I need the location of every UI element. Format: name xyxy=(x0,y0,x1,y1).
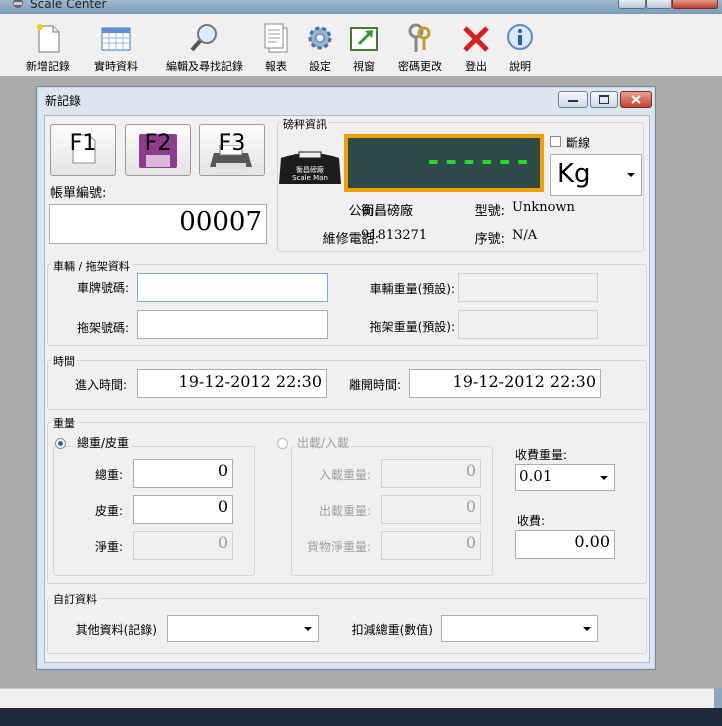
load-in-label: 入載重量: xyxy=(318,468,371,482)
f1-button[interactable]: F1 xyxy=(50,124,116,176)
chevron-down-icon xyxy=(304,627,312,631)
load-out-label: 出載重量: xyxy=(318,504,371,518)
dialog-maximize-button[interactable] xyxy=(590,91,618,108)
ticket-number-label: 帳單編號: xyxy=(50,186,107,201)
service-phone-value: 91813271 xyxy=(361,228,428,243)
gross-label: 總重: xyxy=(94,468,123,482)
weight-section-label: 重量 xyxy=(51,415,77,431)
status-bar xyxy=(0,688,714,709)
vehicle-section-label: 車輛 / 拖架資料 xyxy=(51,258,132,274)
chevron-down-icon xyxy=(627,173,635,177)
charge-weight-select[interactable]: 0.01 xyxy=(515,464,615,491)
charge-input[interactable]: 0.00 xyxy=(515,530,615,559)
magnifier-icon xyxy=(189,22,219,54)
gross-input[interactable]: 0 xyxy=(133,459,233,488)
plate-label: 車牌號碼: xyxy=(76,281,129,295)
table-grid-icon xyxy=(101,22,131,54)
minimize-icon xyxy=(568,100,578,102)
chevron-down-icon xyxy=(600,476,608,480)
gross-tare-label: 總重/皮重 xyxy=(75,434,132,451)
window-arrow-icon xyxy=(349,22,379,54)
custom-data-label: 自訂資料 xyxy=(51,591,99,607)
info-icon xyxy=(505,22,535,54)
weight-display-value: ------ xyxy=(424,144,532,177)
app-title-bar: Scale Center xyxy=(0,0,722,14)
trailer-weight-label: 拖架重量(預設): xyxy=(369,320,455,334)
toolbar-edit-find[interactable]: 編輯及尋找記錄 xyxy=(166,18,243,74)
charge-label: 收費: xyxy=(517,514,546,528)
deduct-weight-label: 扣減總重(數值) xyxy=(351,623,433,637)
taskbar xyxy=(0,708,722,726)
load-out-field: 0 xyxy=(381,495,481,524)
in-out-label: 出載/入載 xyxy=(295,434,352,451)
toolbar-new-record[interactable]: 新增記錄 xyxy=(20,18,76,74)
in-time-input[interactable]: 19-12-2012 22:30 xyxy=(137,369,327,398)
out-time-label: 離開時間: xyxy=(348,378,401,392)
vehicle-weight-label: 車輛重量(預設): xyxy=(369,282,455,296)
dialog-body: F1 F2 F3 帳單編號: 00007 磅秤資訊 衡昌磅廠 Scale Man… xyxy=(44,115,650,663)
trailer-label: 拖架號碼: xyxy=(76,321,129,335)
report-icon xyxy=(261,22,291,54)
serial-value: N/A xyxy=(512,228,538,243)
new-record-dialog: 新記錄 F1 F2 F3 帳單編號: 00007 磅秤資訊 衡昌磅廠 Scale… xyxy=(36,86,656,670)
cargo-net-label: 貨物淨重量: xyxy=(306,540,371,554)
in-out-radio[interactable] xyxy=(277,438,288,449)
chevron-down-icon xyxy=(583,627,591,631)
vehicle-weight-field xyxy=(458,273,598,302)
weight-display: ------ xyxy=(344,134,544,192)
net-field: 0 xyxy=(133,531,233,560)
scale-info-label: 磅秤資訊 xyxy=(281,116,329,132)
gear-icon xyxy=(305,22,335,54)
maximize-icon xyxy=(599,95,609,104)
close-icon xyxy=(631,95,641,104)
disconnect-checkbox[interactable] xyxy=(550,136,561,147)
net-label: 淨重: xyxy=(94,540,123,554)
dialog-title: 新記錄 xyxy=(45,94,82,108)
toolbar-help[interactable]: 說明 xyxy=(492,18,548,74)
company-value: 衡昌磅廠 xyxy=(361,204,414,219)
keys-icon xyxy=(405,22,435,54)
model-value: Unknown xyxy=(512,200,575,215)
deduct-weight-select[interactable] xyxy=(441,615,598,642)
ticket-number-field[interactable]: 00007 xyxy=(49,204,267,244)
toolbar-realtime-data[interactable]: 實時資料 xyxy=(88,18,144,74)
app-title: Scale Center xyxy=(30,0,107,11)
toolbar: 新增記錄 實時資料 編輯及尋找記錄 報表 設定 視窗 密碼更改 登出 說明 xyxy=(0,14,722,77)
unit-select[interactable]: Kg xyxy=(550,154,642,196)
dialog-close-button[interactable] xyxy=(620,91,652,108)
serial-label: 序號: xyxy=(474,232,505,247)
scale-man-logo: 衡昌磅廠 Scale Man xyxy=(279,148,341,186)
tare-label: 皮重: xyxy=(94,504,123,518)
maximize-button[interactable] xyxy=(646,0,672,9)
new-document-icon xyxy=(33,22,63,54)
other-data-label: 其他資料(記錄) xyxy=(75,623,157,637)
other-data-select[interactable] xyxy=(167,615,319,642)
app-icon xyxy=(12,0,24,9)
f3-button[interactable]: F3 xyxy=(199,124,265,176)
load-in-field: 0 xyxy=(381,459,481,488)
minimize-button[interactable] xyxy=(618,0,646,9)
f2-button[interactable]: F2 xyxy=(125,124,191,176)
dialog-minimize-button[interactable] xyxy=(558,91,588,108)
plate-input[interactable] xyxy=(137,273,328,302)
gross-tare-radio[interactable] xyxy=(55,438,66,449)
charge-weight-label: 收費重量: xyxy=(515,448,568,462)
disconnect-label: 斷線 xyxy=(566,136,591,150)
time-section-label: 時間 xyxy=(51,353,77,369)
close-button[interactable] xyxy=(672,0,718,9)
in-time-label: 進入時間: xyxy=(74,378,127,392)
model-label: 型號: xyxy=(474,204,505,219)
trailer-weight-field xyxy=(458,310,598,339)
tare-input[interactable]: 0 xyxy=(133,495,233,524)
out-time-input[interactable]: 19-12-2012 22:30 xyxy=(409,369,601,398)
trailer-input[interactable] xyxy=(137,310,328,339)
cargo-net-field: 0 xyxy=(381,531,481,560)
red-x-icon xyxy=(461,22,491,54)
